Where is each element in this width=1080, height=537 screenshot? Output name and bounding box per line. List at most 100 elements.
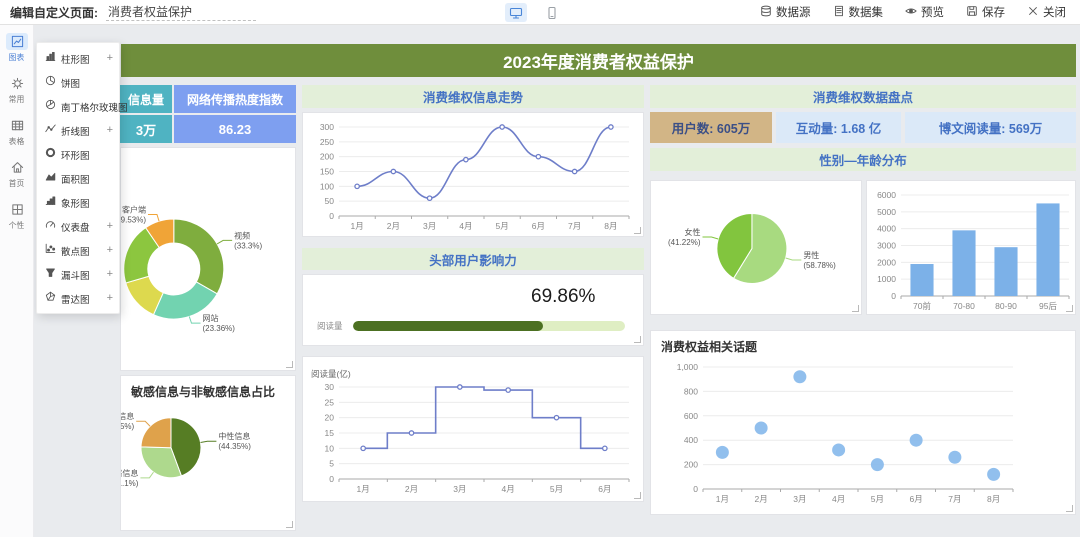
gender-age-section-header[interactable]: 性别—年龄分布 xyxy=(650,148,1076,171)
menu-item-label: 柱形图 xyxy=(61,54,90,66)
svg-text:70前: 70前 xyxy=(913,301,931,311)
sidebar-item-个性[interactable]: 个性 xyxy=(0,196,34,235)
sidebar-item-label: 首页 xyxy=(9,178,25,188)
blog-reads-stat-card[interactable]: 博文阅读量: 569万 xyxy=(905,112,1076,143)
gauge-icon xyxy=(45,219,56,233)
users-stat-card[interactable]: 用户数: 605万 xyxy=(650,112,772,143)
svg-text:8月: 8月 xyxy=(604,221,617,231)
influence-progress-panel[interactable]: 69.86% 阅读量 xyxy=(302,274,644,346)
svg-text:1,000: 1,000 xyxy=(677,362,699,372)
svg-text:(58.78%): (58.78%) xyxy=(803,261,836,270)
svg-text:200: 200 xyxy=(320,152,334,162)
svg-text:400: 400 xyxy=(684,435,698,445)
svg-text:25: 25 xyxy=(325,397,335,407)
dataset-icon xyxy=(833,5,845,20)
device-toggle-group xyxy=(505,0,563,25)
svg-text:250: 250 xyxy=(320,137,334,147)
toolbar-actions: 数据源 数据集 预览 保存 关闭 xyxy=(760,4,1080,20)
page-name-input[interactable] xyxy=(106,3,256,21)
media-source-donut-chart: 视频(33.3%) 网站(23.36%) 客户端(9.53%) xyxy=(121,204,262,333)
topics-scatter-panel[interactable]: 消费权益相关话题 0 200 400 600 800 1,000 1月 2月 3月 4月 5月 6月 7… xyxy=(650,330,1076,515)
expand-plus-icon: + xyxy=(106,220,113,232)
sidebar-item-常用[interactable]: 常用 xyxy=(0,70,34,109)
action-保存[interactable]: 保存 xyxy=(966,4,1005,20)
progress-track xyxy=(353,321,625,331)
svg-text:1月: 1月 xyxy=(351,221,364,231)
svg-text:0: 0 xyxy=(693,484,698,494)
scatter-icon xyxy=(45,243,56,257)
svg-text:5000: 5000 xyxy=(877,207,896,217)
menu-item-柱形图[interactable]: 柱形图 + xyxy=(37,46,119,70)
influence-section-header[interactable]: 头部用户影响力 xyxy=(302,248,644,270)
svg-text:网站: 网站 xyxy=(202,313,218,323)
sidebar-item-label: 个性 xyxy=(9,220,25,230)
sidebar-item-表格[interactable]: 表格 xyxy=(0,112,34,151)
expand-plus-icon: + xyxy=(106,52,113,64)
action-label: 数据集 xyxy=(848,7,884,19)
desktop-icon[interactable] xyxy=(505,3,527,22)
sidebar-item-首页[interactable]: 首页 xyxy=(0,154,34,193)
area-icon xyxy=(45,171,56,185)
action-预览[interactable]: 预览 xyxy=(905,4,944,20)
expand-plus-icon: + xyxy=(106,244,113,256)
svg-text:(9.53%): (9.53%) xyxy=(121,215,146,224)
svg-text:5月: 5月 xyxy=(496,221,509,231)
chart-icon xyxy=(6,33,28,50)
menu-item-南丁格尔玫瑰图[interactable]: 南丁格尔玫瑰图 xyxy=(37,94,128,118)
expand-plus-icon: + xyxy=(106,124,113,136)
menu-item-散点图[interactable]: 散点图 + xyxy=(37,238,119,262)
banner-title[interactable]: 2023年度消费者权益保护 xyxy=(121,44,1076,77)
svg-text:30: 30 xyxy=(325,382,335,392)
svg-text:100: 100 xyxy=(320,181,334,191)
reading-step-panel[interactable]: 0 5 10 15 20 25 30 1月 2月 3月 4月 5月 6月 阅读量(亿) xyxy=(302,356,644,502)
svg-text:0: 0 xyxy=(329,211,334,221)
svg-text:5月: 5月 xyxy=(871,494,884,504)
menu-item-环形图[interactable]: 环形图 xyxy=(37,142,119,166)
svg-text:1月: 1月 xyxy=(357,484,370,494)
svg-text:6月: 6月 xyxy=(532,221,545,231)
interactions-stat-card[interactable]: 互动量: 1.68 亿 xyxy=(776,112,901,143)
database-icon xyxy=(760,5,772,20)
menu-item-面积图[interactable]: 面积图 xyxy=(37,166,119,190)
menu-item-雷达图[interactable]: 雷达图 + xyxy=(37,286,119,310)
svg-text:80-90: 80-90 xyxy=(995,301,1017,311)
heat-index-card-value[interactable]: 86.23 xyxy=(174,115,296,143)
info-volume-card-value[interactable]: 3万 xyxy=(120,115,172,143)
sidebar-item-图表[interactable]: 图表 xyxy=(0,28,34,67)
info-volume-card-label[interactable]: 信息量 xyxy=(120,85,172,113)
table-icon xyxy=(6,117,28,134)
picto-icon xyxy=(45,195,56,209)
action-数据源[interactable]: 数据源 xyxy=(760,4,811,20)
menu-item-label: 折线图 xyxy=(61,126,90,138)
svg-text:2月: 2月 xyxy=(405,484,418,494)
svg-text:2月: 2月 xyxy=(387,221,400,231)
svg-text:(23.36%): (23.36%) xyxy=(202,324,235,333)
svg-text:4月: 4月 xyxy=(459,221,472,231)
svg-text:0: 0 xyxy=(329,474,334,484)
age-bar-panel[interactable]: 0 1000 2000 3000 4000 5000 6000 70前 70-80 80-90 95… xyxy=(866,180,1076,315)
svg-text:7月: 7月 xyxy=(948,494,961,504)
svg-text:5: 5 xyxy=(329,459,334,469)
heat-index-card-label[interactable]: 网络传播热度指数 xyxy=(174,85,296,113)
page-editor-label: 编辑自定义页面: xyxy=(10,5,98,20)
mobile-icon[interactable] xyxy=(541,3,563,22)
svg-text:20: 20 xyxy=(325,413,335,423)
menu-item-象形图[interactable]: 象形图 xyxy=(37,190,119,214)
sensitive-info-pie-panel[interactable]: 敏感信息与非敏感信息占比 中性信息(44.35%) 敏感信息(31.1%) 非敏感信… xyxy=(120,375,296,531)
svg-text:3000: 3000 xyxy=(877,241,896,251)
menu-item-仪表盘[interactable]: 仪表盘 + xyxy=(37,214,119,238)
datapoints-section-header[interactable]: 消费维权数据盘点 xyxy=(650,85,1076,108)
menu-item-饼图[interactable]: 饼图 xyxy=(37,70,119,94)
media-source-donut-panel[interactable]: 视频(33.3%) 网站(23.36%) 客户端(9.53%) xyxy=(120,147,296,371)
menu-item-漏斗图[interactable]: 漏斗图 + xyxy=(37,262,119,286)
menu-item-label: 散点图 xyxy=(61,246,90,258)
funnel-icon xyxy=(45,267,56,281)
save-icon xyxy=(966,5,978,20)
action-关闭[interactable]: 关闭 xyxy=(1027,4,1066,20)
trend-line-panel[interactable]: 0 50 100 150 200 250 300 1月 2月 3月 4月 5月 6月 7月 8月 xyxy=(302,112,644,237)
action-数据集[interactable]: 数据集 xyxy=(833,4,884,20)
gender-pie-panel[interactable]: 男性 (58.78%) 女性 (41.22%) xyxy=(650,180,862,315)
trend-section-header[interactable]: 消费维权信息走势 xyxy=(302,85,644,108)
svg-text:6000: 6000 xyxy=(877,190,896,200)
menu-item-折线图[interactable]: 折线图 + xyxy=(37,118,119,142)
